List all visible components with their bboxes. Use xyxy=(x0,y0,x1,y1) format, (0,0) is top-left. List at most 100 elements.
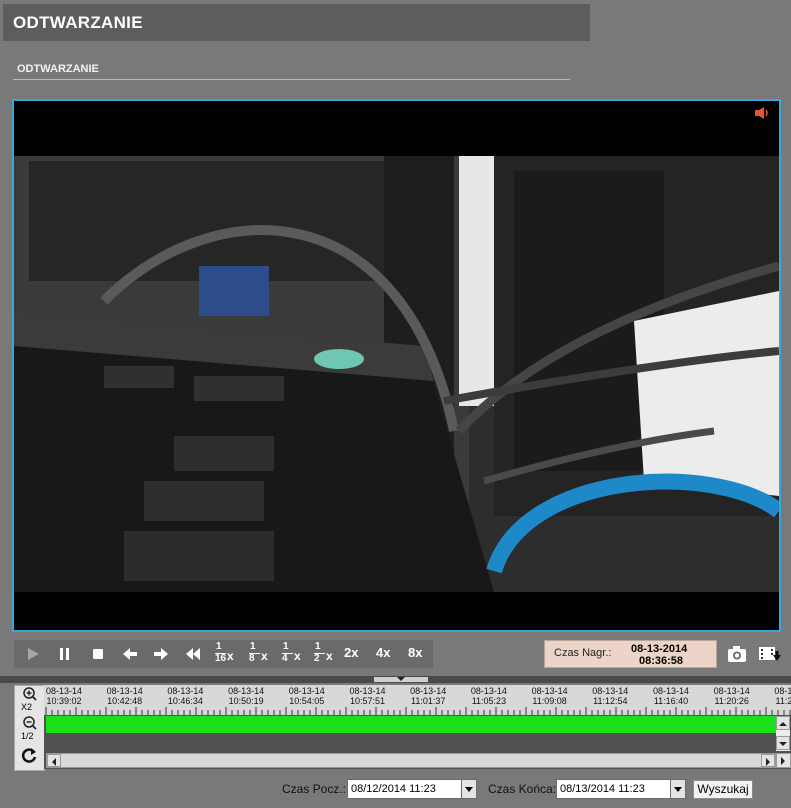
tick-date: 08-13-14 xyxy=(167,686,204,696)
page-title: ODTWARZANIE xyxy=(13,13,143,32)
zoom-in-icon xyxy=(23,687,37,701)
scroll-right-end-button[interactable] xyxy=(776,753,791,768)
tick-date: 08-13-14 xyxy=(774,686,791,696)
zoom-in-button[interactable]: X2 xyxy=(17,687,41,713)
speed-1-4-button[interactable]: 1 4 x xyxy=(280,642,308,666)
refresh-icon xyxy=(21,748,37,763)
recording-time-label: Czas Nagr.: xyxy=(554,647,612,659)
start-time-dropdown[interactable] xyxy=(461,779,477,799)
speed-2x-button[interactable]: 2x xyxy=(344,645,358,660)
playback-controls: 1 16 x 1 8 x 1 4 x 1 2 x 2x 4x 8x xyxy=(14,640,433,668)
timeline-tick-label: 08-13-14 11:09:08 xyxy=(526,686,574,706)
start-time-label: Czas Pocz.: xyxy=(282,782,347,796)
end-time-dropdown[interactable] xyxy=(670,779,686,799)
scroll-up-button[interactable] xyxy=(776,716,790,730)
search-button[interactable]: Wyszukaj xyxy=(693,780,753,799)
speed-1-16-button[interactable]: 1 16 x xyxy=(213,642,241,666)
tick-date: 08-13-14 xyxy=(410,686,447,696)
vertical-scrollbar[interactable] xyxy=(776,716,790,751)
tick-date: 08-13-14 xyxy=(531,686,568,696)
play-button[interactable] xyxy=(20,640,46,668)
tick-date: 08-13-14 xyxy=(288,686,325,696)
scroll-right-button[interactable] xyxy=(761,754,775,767)
download-video-icon xyxy=(759,647,781,661)
tick-date: 08-13-14 xyxy=(652,686,690,696)
timeline-tick-label: 08-13-14 11:01:37 xyxy=(404,686,452,706)
zoom-in-label: X2 xyxy=(21,702,33,712)
timeline-tick-label: 08-13-14 11:05:23 xyxy=(465,686,513,706)
timeline-tick-label: 08-13-14 10:42:48 xyxy=(101,686,149,706)
tick-date: 08-13-14 xyxy=(713,686,750,696)
recording-time: 08:36:58 xyxy=(639,655,684,667)
page-header: ODTWARZANIE xyxy=(3,4,590,41)
refresh-button[interactable] xyxy=(17,744,41,770)
horizontal-scrollbar[interactable] xyxy=(46,753,776,768)
rewind-button[interactable] xyxy=(180,640,206,668)
speed-8x-button[interactable]: 8x xyxy=(408,645,422,660)
pause-icon xyxy=(60,648,69,660)
arrow-right-small-icon xyxy=(766,758,770,766)
tick-date: 08-13-14 xyxy=(592,686,629,696)
stop-button[interactable] xyxy=(85,640,111,668)
speed-denominator: 2 xyxy=(314,653,320,664)
speaker-icon[interactable] xyxy=(754,106,770,120)
timeline-tick-label: 08-13-14 11:12:54 xyxy=(586,686,634,706)
tick-marks xyxy=(45,707,791,715)
video-frame xyxy=(14,101,779,630)
collapse-arrow-icon xyxy=(397,677,405,681)
speed-denominator: 8 xyxy=(249,653,255,664)
section-title: ODTWARZANIE xyxy=(17,63,99,75)
speed-numerator: 1 xyxy=(250,641,256,652)
start-time-field[interactable]: 08/12/2014 11:23 xyxy=(347,779,462,799)
zoom-out-icon xyxy=(23,716,37,730)
speed-1-2-button[interactable]: 1 2 x xyxy=(312,642,340,666)
arrow-down-icon xyxy=(779,742,787,746)
collapse-toggle[interactable] xyxy=(374,677,428,682)
end-time-label: Czas Końca: xyxy=(488,782,557,796)
camera-scene xyxy=(14,156,779,592)
timeline-tick-label: 08-13-14 10:50:19 xyxy=(222,686,270,706)
speed-denominator: 4 xyxy=(282,653,288,664)
speed-numerator: 1 xyxy=(216,641,222,652)
speed-numerator: 1 xyxy=(315,641,321,652)
scroll-down-button[interactable] xyxy=(776,736,790,750)
tick-date: 08-13-14 xyxy=(470,686,507,696)
download-clip-button[interactable] xyxy=(756,643,782,665)
pause-button[interactable] xyxy=(52,640,78,668)
camera-icon xyxy=(728,646,746,662)
step-forward-button[interactable] xyxy=(148,640,174,668)
speed-suffix: x xyxy=(261,649,268,663)
speed-suffix: x xyxy=(227,649,234,663)
speed-suffix: x xyxy=(294,649,301,663)
play-icon xyxy=(28,648,39,660)
arrow-left-small-icon xyxy=(52,758,56,766)
timeline-tick-label: 08-13-14 11:16:40 xyxy=(647,686,695,706)
section-divider xyxy=(13,79,570,80)
scroll-left-button[interactable] xyxy=(47,754,61,767)
timeline-tick-label: 08-13-14 10:57:51 xyxy=(344,686,392,706)
arrow-right-icon xyxy=(154,648,168,660)
timeline-tick-label: 08-13-14 10:39:02 xyxy=(44,686,88,706)
recording-time-panel: Czas Nagr.: 08-13-2014 08:36:58 xyxy=(544,640,717,668)
tick-date: 08-13-14 xyxy=(349,686,386,696)
timeline[interactable]: 08-13-14 10:39:02 08-13-14 10:42:48 08-13-14… xyxy=(44,685,791,769)
recording-track[interactable] xyxy=(46,716,776,733)
timeline-tick-label: 08-13-1411:24:11 xyxy=(768,686,791,706)
zoom-out-button[interactable]: 1/2 xyxy=(17,716,41,742)
end-time-field[interactable]: 08/13/2014 11:23 xyxy=(556,779,671,799)
tick-date: 08-13-14 xyxy=(45,686,83,696)
zoom-out-label: 1/2 xyxy=(21,731,34,741)
timeline-tools: X2 1/2 xyxy=(14,685,45,771)
arrow-right-small-icon xyxy=(781,757,785,765)
speed-1-8-button[interactable]: 1 8 x xyxy=(247,642,275,666)
stop-icon xyxy=(93,649,103,659)
snapshot-button[interactable] xyxy=(724,643,750,665)
timeline-tick-label: 08-13-14 11:20:26 xyxy=(708,686,756,706)
video-player[interactable] xyxy=(12,99,781,632)
speed-4x-button[interactable]: 4x xyxy=(376,645,390,660)
time-ruler: 08-13-14 10:39:02 08-13-14 10:42:48 08-13-14… xyxy=(44,685,791,715)
step-back-button[interactable] xyxy=(117,640,143,668)
timeline-tick-label: 08-13-14 10:54:05 xyxy=(283,686,331,706)
speed-suffix: x xyxy=(326,649,333,663)
arrow-left-icon xyxy=(123,648,137,660)
